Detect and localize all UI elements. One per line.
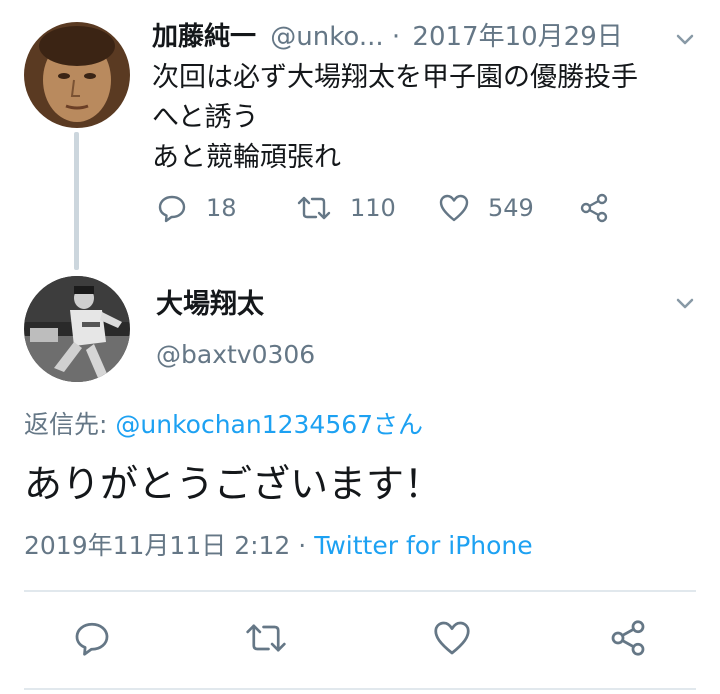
replying-to-label: 返信先: <box>24 410 116 439</box>
like-icon <box>439 194 469 222</box>
tweet1-display-name[interactable]: 加藤純一 <box>152 22 256 52</box>
avatar-kato[interactable] <box>24 22 130 128</box>
tweet1-header: 加藤純一 @unko... · 2017年10月29日 <box>152 18 623 56</box>
chevron-down-icon[interactable] <box>674 28 696 50</box>
tweet2-meta: 2019年11月11日 2:12 · Twitter for iPhone <box>24 527 533 565</box>
retweet-icon[interactable] <box>244 618 288 658</box>
share-icon <box>580 193 608 223</box>
tweet1-text-line: へと誘う <box>152 102 259 133</box>
reply-icon <box>158 195 186 223</box>
chevron-down-icon[interactable] <box>674 292 696 314</box>
tweet1-reply-count: 18 <box>206 194 237 222</box>
replying-to: 返信先: @unkochan1234567さん <box>24 406 423 444</box>
replying-to-link[interactable]: @unkochan1234567 <box>115 410 373 439</box>
tweet1-retweet-button[interactable]: 110 <box>296 192 396 224</box>
like-icon[interactable] <box>432 618 472 658</box>
tweet1-like-button[interactable]: 549 <box>438 192 534 224</box>
tweet1-handle[interactable]: @unko... <box>270 22 383 52</box>
tweet1-date[interactable]: 2017年10月29日 <box>412 22 622 52</box>
avatar-oba[interactable] <box>24 276 130 382</box>
tweet2-source[interactable]: Twitter for iPhone <box>314 531 532 560</box>
tweet2-display-name[interactable]: 大場翔太 <box>156 286 264 324</box>
tweet1-reply-button[interactable]: 18 <box>156 192 237 224</box>
reply-icon[interactable] <box>72 618 112 658</box>
tweet2-handle[interactable]: @baxtv0306 <box>156 336 315 374</box>
tweet1-text-line: あと競輪頑張れ <box>152 142 341 173</box>
replying-to-suffix[interactable]: さん <box>373 410 423 439</box>
tweet1-share-button[interactable] <box>578 192 610 224</box>
tweet2-text: ありがとうございます！ <box>24 462 443 506</box>
share-icon[interactable] <box>608 618 648 658</box>
tweet1-text-line: 次回は必ず大場翔太を甲子園の優勝投手 <box>152 62 638 93</box>
tweet1-retweet-count: 110 <box>350 194 396 222</box>
tweet1-separator: · <box>391 22 401 52</box>
tweet1-like-count: 549 <box>488 194 534 222</box>
tweet2-separator: · <box>298 531 307 560</box>
tweet1-text: 次回は必ず大場翔太を甲子園の優勝投手 へと誘う あと競輪頑張れ <box>152 58 700 178</box>
thread-line <box>74 132 79 270</box>
divider <box>24 688 696 690</box>
tweet2-timestamp[interactable]: 2019年11月11日 2:12 <box>24 531 290 560</box>
divider <box>24 590 696 592</box>
retweet-icon <box>297 196 331 220</box>
